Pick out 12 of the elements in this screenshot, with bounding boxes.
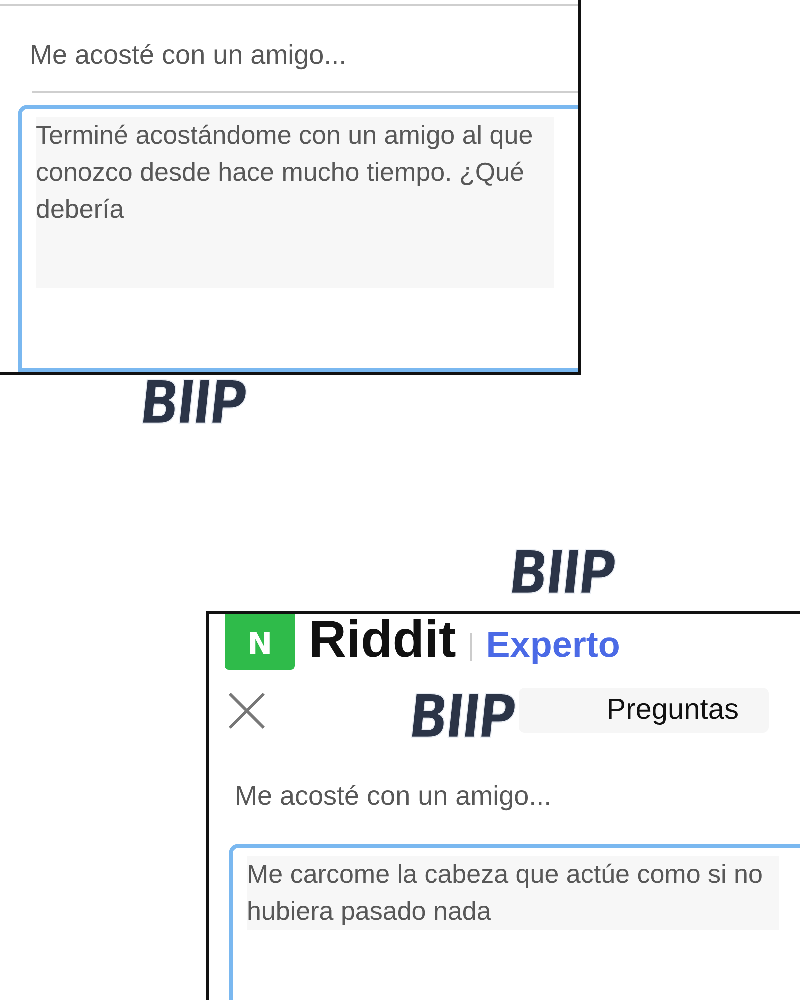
sound-effect: BIIP [406, 688, 517, 748]
sound-effect: BIIP [136, 374, 248, 434]
close-icon[interactable] [227, 690, 267, 730]
sound-effect: BIIP [506, 544, 617, 604]
question-title: Me acosté con un amigo... [234, 780, 553, 813]
answer-field[interactable]: Me carcome la cabeza que actúe como si no hubiera pasado nada [229, 844, 800, 1000]
question-title: Me acosté con un amigo... [29, 39, 348, 72]
section-label: Experto [486, 624, 620, 666]
questions-tab[interactable]: Preguntas [519, 688, 769, 733]
logo-icon: N [225, 614, 295, 670]
brand-name: Riddit [309, 614, 456, 670]
answer-field[interactable]: Terminé acostándome con un amigo al que conozco desde hace mucho tiempo. ¿Qué debería [18, 105, 578, 372]
